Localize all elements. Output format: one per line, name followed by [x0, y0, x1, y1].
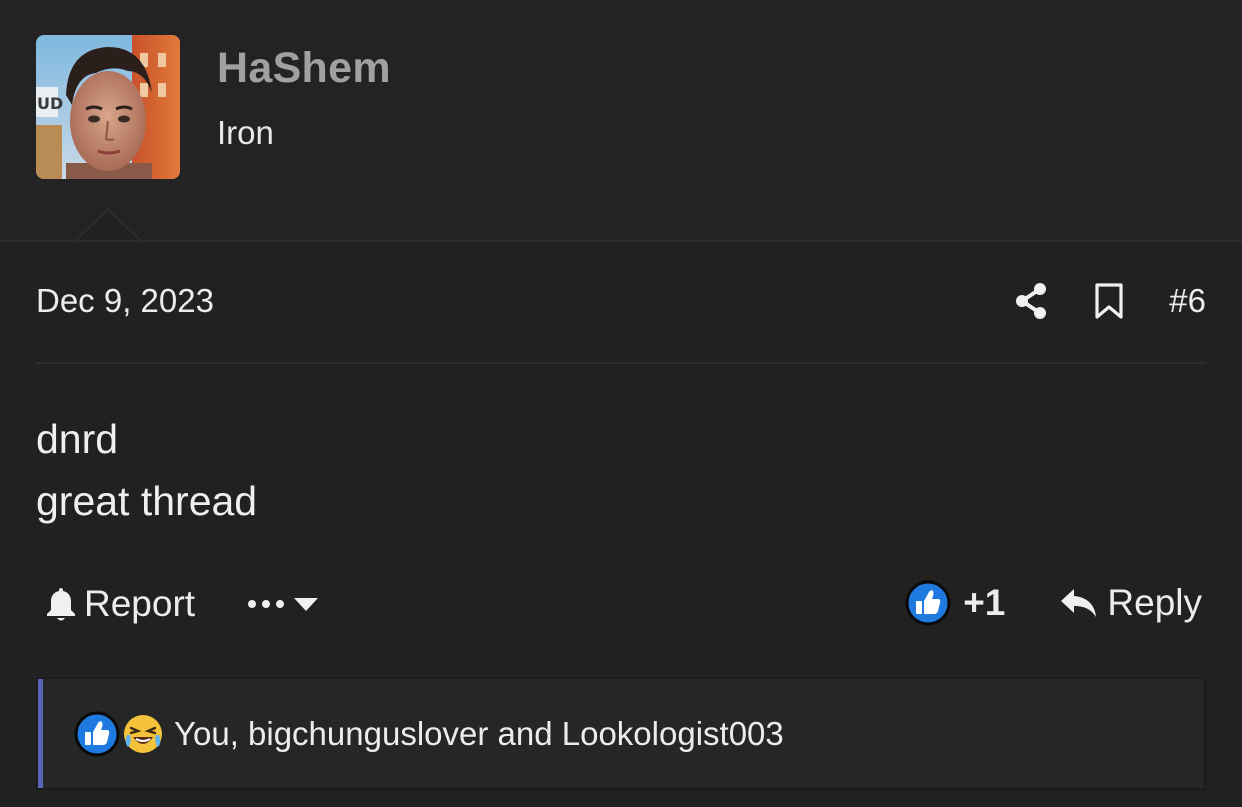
- post-number[interactable]: #6: [1169, 282, 1206, 320]
- share-icon[interactable]: [1013, 282, 1049, 320]
- like-reaction-icon: [74, 711, 120, 756]
- reply-icon: [1061, 589, 1097, 617]
- report-button[interactable]: Report: [44, 583, 195, 625]
- username[interactable]: HaShem: [217, 44, 391, 93]
- reply-button[interactable]: Reply: [1059, 582, 1202, 624]
- post-actions-right: +1 Reply: [905, 578, 1202, 628]
- bookmark-icon[interactable]: [1093, 282, 1125, 320]
- crying-laughing-reaction-icon: [124, 714, 162, 753]
- reply-label: Reply: [1107, 582, 1202, 623]
- user-title: Iron: [217, 114, 274, 151]
- more-options-button[interactable]: [247, 596, 319, 612]
- meta-divider: [36, 362, 1206, 364]
- like-count: +1: [963, 582, 1006, 623]
- report-label: Report: [84, 583, 196, 624]
- post-body: dnrd great thread: [36, 408, 257, 532]
- reaction-icons: [74, 711, 164, 757]
- post-body-line: great thread: [36, 478, 258, 524]
- reactions-accent-bar: [38, 679, 43, 788]
- post-meta-actions: #6: [1013, 280, 1206, 322]
- post-date[interactable]: Dec 9, 2023: [36, 282, 214, 320]
- user-avatar[interactable]: UD: [36, 35, 180, 179]
- user-header: UD HaShem Iron: [0, 0, 1242, 243]
- more-icon: [248, 600, 285, 608]
- avatar-photo-icon: UD: [36, 35, 180, 179]
- header-divider: [0, 240, 1242, 242]
- bell-icon: [47, 588, 75, 621]
- reactions-bar: You, bigchunguslover and Lookologist003: [36, 677, 1206, 790]
- post-actions-left: Report: [44, 580, 319, 628]
- reactions-summary[interactable]: You, bigchunguslover and Lookologist003: [174, 715, 784, 753]
- like-button[interactable]: +1: [905, 580, 1005, 626]
- svg-text:UD: UD: [37, 94, 63, 113]
- caret-down-icon: [294, 598, 319, 611]
- like-icon: [905, 580, 951, 626]
- post-body-line: dnrd: [36, 416, 119, 462]
- post-container: UD HaShem Iron Dec 9, 2023 #6 dnrd great…: [0, 0, 1242, 807]
- post-pointer-arrow: [74, 207, 142, 243]
